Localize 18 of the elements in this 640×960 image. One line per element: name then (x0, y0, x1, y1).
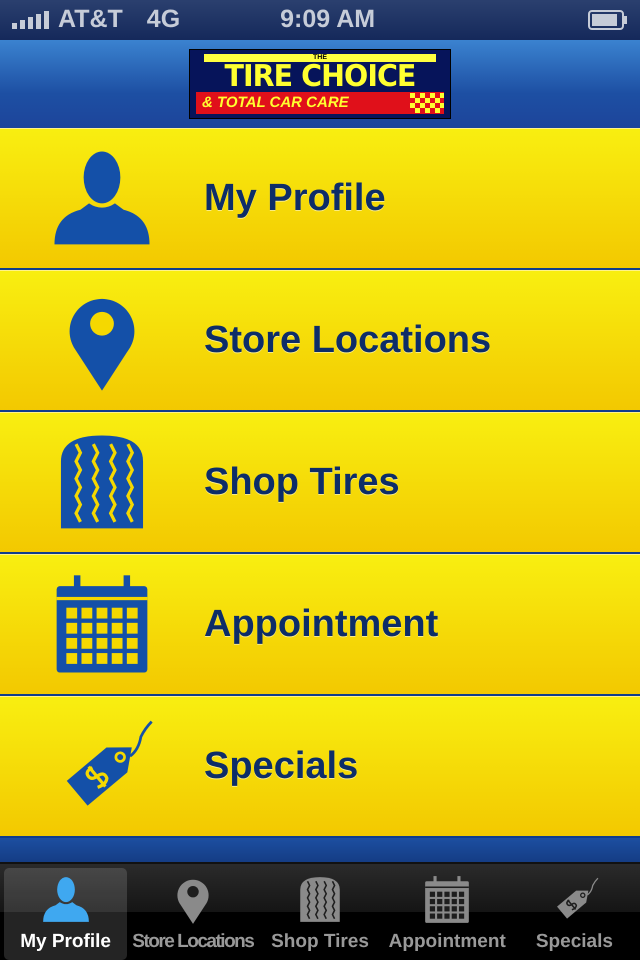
carrier-name: AT&T (58, 4, 123, 36)
menu-item[interactable]: My Profile (0, 128, 640, 270)
clock-time: 9:09 AM (280, 4, 376, 36)
tab[interactable]: Shop Tires (258, 868, 382, 960)
menu-item[interactable]: Specials (0, 696, 640, 838)
tab[interactable]: Appointment (386, 868, 509, 960)
menu-item[interactable]: Shop Tires (0, 412, 640, 554)
tab[interactable]: Specials (512, 868, 636, 960)
menu-item[interactable]: Appointment (0, 554, 640, 696)
logo-tagline: & TOTAL CAR CARE (202, 92, 349, 113)
signal-icon (12, 11, 50, 29)
menu-item[interactable]: Store Locations (0, 270, 640, 412)
checkered-flag-icon (410, 93, 444, 113)
logo-name: TIRE CHOICE (224, 62, 416, 92)
battery-icon (588, 10, 628, 30)
tab[interactable]: Store Locations (131, 868, 254, 960)
network-type: 4G (146, 4, 180, 36)
tab[interactable]: My Profile (4, 868, 128, 960)
